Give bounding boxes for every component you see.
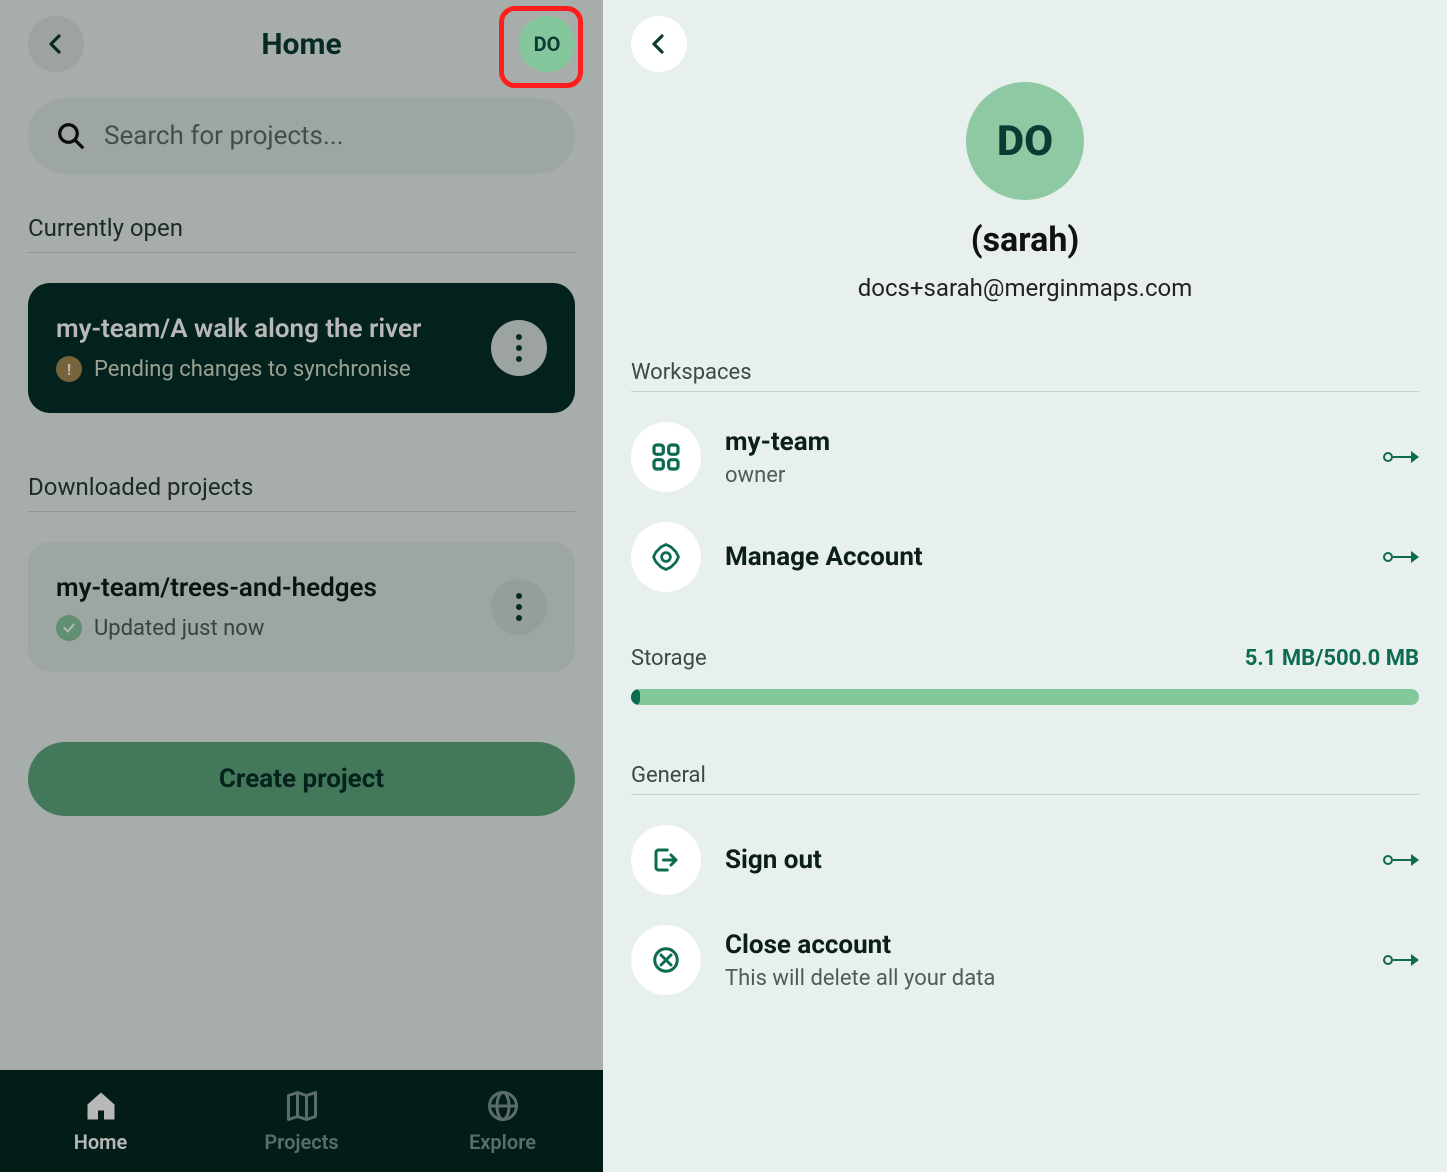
downloaded-project-card[interactable]: my-team/trees-and-hedges Updated just no…	[28, 542, 575, 672]
project-status: Pending changes to synchronise	[94, 357, 411, 382]
key-arrow-icon	[1383, 954, 1419, 966]
create-project-button[interactable]: Create project	[28, 742, 575, 816]
key-arrow-icon	[1383, 854, 1419, 866]
project-more-button[interactable]	[491, 579, 547, 635]
page-title: Home	[261, 27, 341, 62]
home-icon	[81, 1088, 121, 1124]
nav-explore[interactable]: Explore	[402, 1070, 603, 1172]
workspace-name: my-team	[725, 427, 1383, 457]
search-placeholder: Search for projects...	[104, 121, 344, 151]
project-name: my-team/A walk along the river	[56, 314, 421, 344]
avatar-large: DO	[966, 82, 1084, 200]
home-header: Home DO	[28, 14, 575, 74]
profile-block: DO (sarah) docs+sarah@merginmaps.com	[631, 82, 1419, 302]
email: docs+sarah@merginmaps.com	[631, 274, 1419, 302]
search-input[interactable]: Search for projects...	[28, 98, 575, 174]
workspace-icon	[631, 422, 701, 492]
sign-out-row[interactable]: Sign out	[631, 825, 1419, 895]
map-icon	[282, 1088, 322, 1124]
nav-home[interactable]: Home	[0, 1070, 201, 1172]
home-screen: Home DO Search for projects... Currently…	[0, 0, 603, 1172]
close-account-label: Close account	[725, 930, 1383, 960]
key-arrow-icon	[1383, 551, 1419, 563]
storage-label: Storage	[631, 646, 707, 671]
ok-icon	[56, 615, 82, 641]
section-workspaces: Workspaces	[631, 360, 1419, 385]
sign-out-label: Sign out	[725, 845, 1383, 875]
chevron-left-icon	[647, 32, 671, 56]
storage-value: 5.1 MB/500.0 MB	[1245, 646, 1419, 671]
close-account-row[interactable]: Close account This will delete all your …	[631, 925, 1419, 995]
nav-projects[interactable]: Projects	[201, 1070, 402, 1172]
workspace-row[interactable]: my-team owner	[631, 422, 1419, 492]
section-currently-open: Currently open	[28, 214, 575, 242]
project-name: my-team/trees-and-hedges	[56, 573, 377, 603]
manage-account-row[interactable]: Manage Account	[631, 522, 1419, 592]
account-screen: DO (sarah) docs+sarah@merginmaps.com Wor…	[603, 0, 1447, 1172]
back-button[interactable]	[631, 16, 687, 72]
section-downloaded: Downloaded projects	[28, 473, 575, 501]
project-status: Updated just now	[94, 616, 264, 641]
storage-bar	[631, 689, 1419, 705]
project-more-button[interactable]	[491, 320, 547, 376]
bottom-nav: Home Projects Explore	[0, 1070, 603, 1172]
manage-account-label: Manage Account	[725, 542, 1383, 572]
key-arrow-icon	[1383, 451, 1419, 463]
pending-icon: !	[56, 356, 82, 382]
back-button[interactable]	[28, 16, 84, 72]
username: (sarah)	[631, 220, 1419, 260]
current-project-card[interactable]: my-team/A walk along the river ! Pending…	[28, 283, 575, 413]
chevron-left-icon	[44, 32, 68, 56]
workspace-role: owner	[725, 463, 1383, 488]
sign-out-icon	[631, 825, 701, 895]
close-account-icon	[631, 925, 701, 995]
gear-icon	[631, 522, 701, 592]
close-account-sub: This will delete all your data	[725, 966, 1383, 991]
highlight-annotation	[499, 6, 583, 88]
section-general: General	[631, 763, 1419, 788]
globe-icon	[483, 1088, 523, 1124]
storage-fill	[631, 689, 640, 705]
search-icon	[56, 121, 86, 151]
storage-row: Storage 5.1 MB/500.0 MB	[631, 646, 1419, 671]
